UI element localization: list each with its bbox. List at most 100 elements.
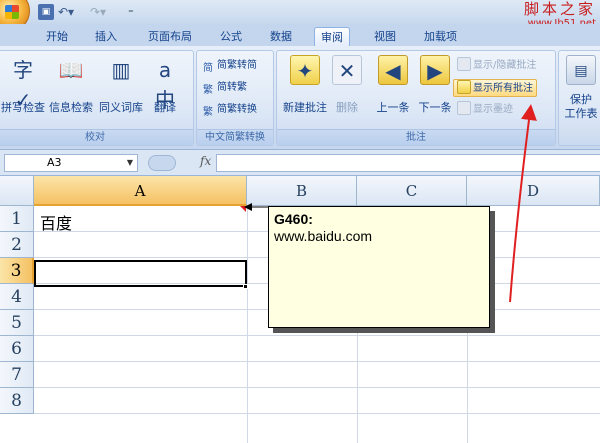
- protect-sheet-button[interactable]: ▤ 保护 工作表: [559, 55, 600, 125]
- show-all-comments-button[interactable]: 显示所有批注: [453, 79, 537, 97]
- formula-input[interactable]: [216, 154, 600, 172]
- next-comment-icon: ▶: [420, 55, 450, 85]
- ribbon-tabs: 开始 插入 页面布局 公式 数据 审阅 视图 加载项: [0, 24, 600, 46]
- thesaurus-label: 同义词库: [99, 101, 143, 114]
- traditional-icon: 繁: [203, 85, 213, 96]
- protect-sheet-label: 保护 工作表: [559, 93, 600, 121]
- row-header-5[interactable]: 5: [0, 310, 34, 336]
- gridline: [34, 335, 600, 336]
- active-cell-a3[interactable]: [34, 260, 247, 287]
- convert-button[interactable]: 繁简繁转换: [201, 101, 257, 119]
- excel-window: ▣ ↶▾ ↷▾ ₌ 脚本之家 www.Jb51.net 开始 插入 页面布局 公…: [0, 0, 600, 443]
- tab-home[interactable]: 开始: [40, 27, 74, 46]
- research-button[interactable]: 📖 信息检索: [47, 55, 95, 125]
- tab-data[interactable]: 数据: [264, 27, 298, 46]
- delete-comment-label: 删除: [336, 101, 358, 114]
- worksheet-grid: A B C D 1 2 3 4 5 6 7 8 百度 G460: www.bai…: [0, 176, 600, 443]
- cell-a1[interactable]: 百度: [40, 210, 72, 234]
- insert-function-icon[interactable]: fx: [200, 154, 211, 168]
- comments-group: ✦ 新建批注 ✕ 删除 ◀ 上一条 ▶ 下一条 显示/隐藏批注 显示所有批注 显…: [276, 50, 556, 146]
- translate-icon: a中: [155, 58, 175, 112]
- to-traditional-button[interactable]: 繁简转繁: [201, 79, 247, 97]
- chinese-conversion-group: 简简繁转简 繁简转繁 繁简繁转换 中文简繁转换: [196, 50, 274, 146]
- column-header-a[interactable]: A: [34, 176, 247, 206]
- comment-popup[interactable]: G460: www.baidu.com: [268, 206, 490, 328]
- name-box[interactable]: A3 ▼: [4, 154, 138, 172]
- previous-comment-button[interactable]: ◀ 上一条: [371, 55, 415, 125]
- show-hide-comment-icon: [457, 57, 471, 71]
- row-header-7[interactable]: 7: [0, 362, 34, 388]
- column-header-b[interactable]: B: [247, 176, 357, 206]
- tab-review[interactable]: 审阅: [314, 27, 350, 46]
- spell-check-button[interactable]: 字✓ 拼写检查: [0, 55, 47, 125]
- next-comment-label: 下一条: [418, 101, 452, 114]
- formula-bar-splitter[interactable]: [148, 155, 176, 171]
- translate-button[interactable]: a中 翻译: [141, 55, 189, 125]
- gridline: [34, 387, 600, 388]
- next-comment-button[interactable]: ▶ 下一条: [413, 55, 457, 125]
- to-simplified-label: 简繁转简: [217, 60, 257, 71]
- column-header-d[interactable]: D: [467, 176, 600, 206]
- thesaurus-icon: ▥: [111, 58, 131, 82]
- tab-add-ins[interactable]: 加载项: [418, 27, 463, 46]
- protect-sheet-icon: ▤: [566, 55, 596, 85]
- comments-group-label: 批注: [277, 129, 555, 145]
- formula-bar: A3 ▼ fx: [0, 150, 600, 176]
- show-all-comments-icon: [457, 80, 471, 94]
- row-header-3[interactable]: 3: [0, 258, 34, 284]
- tab-formulas[interactable]: 公式: [214, 27, 248, 46]
- research-label: 信息检索: [49, 101, 93, 114]
- convert-icon: 繁: [203, 107, 213, 118]
- fill-handle[interactable]: [243, 284, 248, 289]
- show-ink-label: 显示墨迹: [473, 104, 513, 115]
- show-ink-icon: [457, 101, 471, 115]
- tab-insert[interactable]: 插入: [89, 27, 123, 46]
- row-header-1[interactable]: 1: [0, 206, 34, 232]
- row-header-4[interactable]: 4: [0, 284, 34, 310]
- show-hide-comment-label: 显示/隐藏批注: [473, 60, 537, 71]
- select-all-corner[interactable]: [0, 176, 34, 206]
- watermark-site-name: 脚本之家: [523, 0, 596, 18]
- gridline: [34, 413, 600, 414]
- proofing-group: 字✓ 拼写检查 📖 信息检索 ▥ 同义词库 a中 翻译 校对: [0, 50, 194, 146]
- to-traditional-label: 简转繁: [217, 82, 247, 93]
- to-simplified-button[interactable]: 简简繁转简: [201, 57, 257, 75]
- spell-check-icon: 字✓: [13, 58, 33, 112]
- comment-indicator-icon: [240, 206, 246, 212]
- chevron-down-icon[interactable]: ▼: [127, 155, 133, 171]
- chinese-conversion-group-label: 中文简繁转换: [197, 129, 273, 145]
- research-icon: 📖: [58, 58, 84, 82]
- customize-qat-icon[interactable]: ₌: [128, 3, 134, 16]
- row-header-8[interactable]: 8: [0, 388, 34, 414]
- office-logo-icon: [5, 5, 19, 19]
- previous-comment-icon: ◀: [378, 55, 408, 85]
- row-header-6[interactable]: 6: [0, 336, 34, 362]
- show-ink-button[interactable]: 显示墨迹: [457, 101, 513, 119]
- protect-label-line2: 工作表: [564, 107, 598, 120]
- simplified-icon: 简: [203, 63, 213, 74]
- delete-comment-button[interactable]: ✕ 删除: [327, 55, 367, 125]
- row-header-2[interactable]: 2: [0, 232, 34, 258]
- new-comment-label: 新建批注: [283, 101, 327, 114]
- proofing-group-label: 校对: [0, 129, 193, 145]
- comment-author: G460:: [274, 211, 313, 227]
- new-comment-button[interactable]: ✦ 新建批注: [281, 55, 329, 125]
- delete-comment-icon: ✕: [332, 55, 362, 85]
- convert-label: 简繁转换: [217, 104, 257, 115]
- tab-page-layout[interactable]: 页面布局: [142, 27, 198, 46]
- name-box-value: A3: [47, 156, 62, 169]
- changes-group: ▤ 保护 工作表: [558, 50, 600, 146]
- show-all-comments-label: 显示所有批注: [473, 83, 533, 94]
- new-comment-icon: ✦: [290, 55, 320, 85]
- undo-icon[interactable]: ↶▾: [58, 4, 74, 20]
- spell-check-label: 拼写检查: [1, 101, 45, 114]
- redo-icon[interactable]: ↷▾: [90, 4, 106, 20]
- tab-view[interactable]: 视图: [368, 27, 402, 46]
- gridline: [34, 361, 600, 362]
- thesaurus-button[interactable]: ▥ 同义词库: [97, 55, 145, 125]
- show-hide-comment-button[interactable]: 显示/隐藏批注: [457, 57, 536, 75]
- comment-text: www.baidu.com: [274, 228, 373, 244]
- ribbon: 字✓ 拼写检查 📖 信息检索 ▥ 同义词库 a中 翻译 校对 简简繁转简 繁简转…: [0, 46, 600, 150]
- save-icon[interactable]: ▣: [38, 4, 54, 20]
- column-header-c[interactable]: C: [357, 176, 467, 206]
